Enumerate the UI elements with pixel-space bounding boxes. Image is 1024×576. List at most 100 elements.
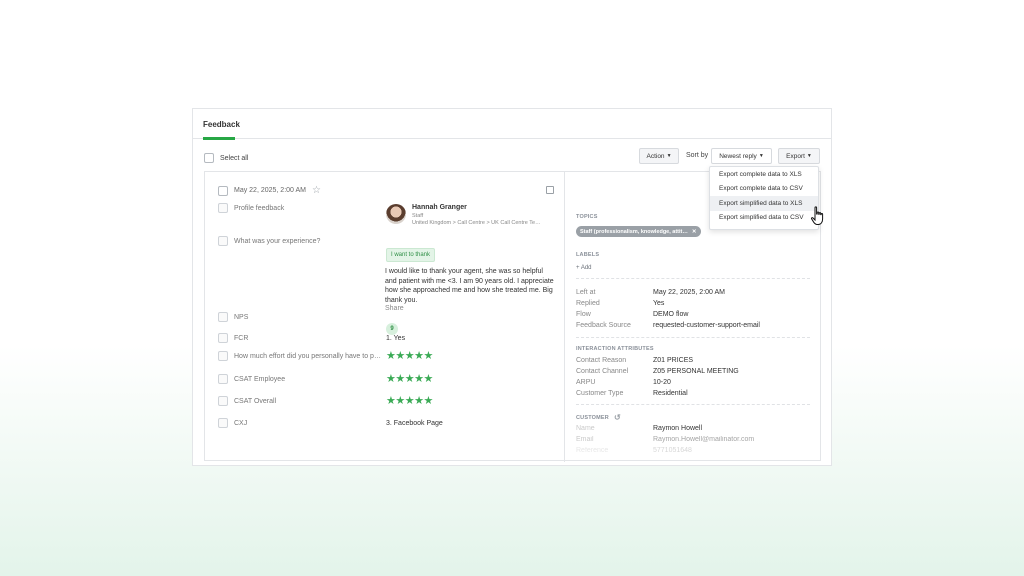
export-menu-item-complete-xls[interactable]: Export complete data to XLS — [710, 167, 818, 182]
close-icon[interactable]: ✕ — [692, 229, 697, 235]
export-menu-item-complete-csv[interactable]: Export complete data to CSV — [710, 182, 818, 197]
source-key: Feedback Source — [576, 322, 631, 329]
feedback-answers: May 22, 2025, 2:00 AM ☆ Profile feedback… — [205, 172, 565, 462]
divider — [576, 278, 810, 279]
divider — [576, 337, 810, 338]
user-block: Hannah Granger Staff United Kingdom > Ca… — [386, 204, 541, 226]
row-profile: Profile feedback — [218, 203, 284, 213]
star-icon: ★ — [386, 395, 396, 407]
row-effort: How much effort did you personally have … — [218, 351, 381, 361]
csat-employee-label: CSAT Employee — [234, 375, 286, 383]
avatar — [386, 204, 406, 224]
customer-title: CUSTOMER — [576, 414, 609, 421]
row-csat-employee: CSAT Employee — [218, 374, 285, 384]
fcr-label: FCR — [234, 334, 249, 342]
customer-section-title: CUSTOMER ↺ — [576, 413, 621, 422]
star-icon: ★ — [404, 395, 415, 407]
effort-stars: ★★★★★ — [386, 349, 433, 362]
star-icon: ★ — [414, 373, 424, 385]
feedback-tag: I want to thank — [386, 248, 436, 262]
rating-icon — [218, 374, 228, 384]
date-row: May 22, 2025, 2:00 AM ☆ — [218, 185, 321, 196]
row-nps: NPS — [218, 312, 248, 322]
history-icon[interactable]: ↺ — [614, 413, 621, 422]
item-checkbox[interactable] — [218, 185, 228, 196]
topic-tag: Staff (professionalism, knowledge, attit… — [576, 226, 701, 237]
chevron-down-icon: ▼ — [666, 153, 672, 159]
tab-feedback[interactable]: Feedback — [203, 120, 240, 140]
csat-overall-stars: ★★★★★ — [386, 394, 433, 407]
star-icon: ★ — [395, 395, 405, 407]
contact-channel-key: Contact Channel — [576, 368, 629, 375]
sort-by-label: Sort by — [686, 152, 709, 159]
customer-type-key: Customer Type — [576, 390, 624, 397]
replied-key: Replied — [576, 300, 600, 307]
select-all-checkbox[interactable] — [204, 153, 214, 163]
customer-type-value: Residential — [653, 390, 688, 397]
star-icon: ★ — [386, 350, 396, 362]
divider — [576, 404, 810, 405]
chevron-down-icon: ▼ — [758, 153, 764, 159]
row-cxj: CXJ — [218, 418, 247, 428]
share-link[interactable]: Share — [385, 305, 404, 312]
name-key: Name — [576, 425, 595, 432]
rating-icon — [218, 351, 228, 361]
topic-tag-label: Staff (professionalism, knowledge, attit… — [580, 228, 688, 235]
csat-overall-label: CSAT Overall — [234, 397, 277, 405]
export-menu-item-simplified-xls[interactable]: Export simplified data to XLS — [710, 196, 818, 211]
export-menu: Export complete data to XLS Export compl… — [709, 166, 819, 230]
star-icon: ★ — [404, 373, 415, 385]
star-icon: ★ — [386, 373, 396, 385]
flow-value: DEMO flow — [653, 311, 689, 318]
star-icon: ★ — [395, 373, 405, 385]
feedback-panel: Feedback Select all Action ▼ Sort by Newe… — [192, 108, 832, 466]
arpu-value: 10-20 — [653, 379, 671, 386]
text-question-icon — [218, 236, 228, 246]
action-button-label: Action — [646, 152, 665, 160]
select-all[interactable]: Select all — [204, 153, 248, 163]
flow-key: Flow — [576, 311, 591, 318]
star-icon: ★ — [395, 350, 405, 362]
sort-select[interactable]: Newest reply ▼ — [711, 148, 772, 164]
row-experience: What was your experience? — [218, 236, 320, 246]
add-label-link[interactable]: + Add — [576, 265, 592, 271]
star-icon: ★ — [404, 350, 415, 362]
select-all-label: Select all — [220, 154, 249, 162]
header-bar: Feedback — [193, 109, 831, 140]
interaction-title: INTERACTION ATTRIBUTES — [576, 346, 654, 352]
profile-label: Profile feedback — [234, 204, 285, 212]
star-icon: ★ — [423, 395, 434, 407]
star-icon: ★ — [414, 350, 424, 362]
star-outline-icon[interactable]: ☆ — [312, 185, 321, 196]
row-fcr: FCR — [218, 333, 248, 343]
email-value: Raymon.Howell@mailinator.com — [653, 436, 755, 443]
calendar-icon[interactable] — [546, 186, 554, 194]
topics-title: TOPICS — [576, 214, 598, 220]
arpu-key: ARPU — [576, 379, 596, 386]
export-menu-item-simplified-csv[interactable]: Export simplified data to CSV — [710, 211, 818, 226]
nps-icon — [218, 312, 228, 322]
rating-icon — [218, 396, 228, 406]
hand-pointer-icon — [810, 206, 824, 225]
email-key: Email — [576, 436, 594, 443]
feedback-date: May 22, 2025, 2:00 AM — [234, 187, 306, 194]
sort-select-value: Newest reply — [719, 152, 757, 160]
choice-icon — [218, 418, 228, 428]
experience-label: What was your experience? — [234, 237, 321, 245]
star-icon: ★ — [423, 350, 434, 362]
export-button[interactable]: Export ▼ — [778, 148, 820, 164]
replied-value: Yes — [653, 300, 665, 307]
fcr-value: 1. Yes — [386, 335, 406, 342]
labels-title: LABELS — [576, 252, 600, 258]
effort-label: How much effort did you personally have … — [234, 352, 381, 360]
nps-value: 9 — [386, 323, 398, 335]
source-value: requested-customer-support-email — [653, 322, 760, 329]
csat-employee-stars: ★★★★★ — [386, 372, 433, 385]
reference-value: 5771051648 — [653, 447, 692, 454]
left-at-value: May 22, 2025, 2:00 AM — [653, 289, 725, 296]
action-button[interactable]: Action ▼ — [639, 148, 679, 164]
contact-reason-key: Contact Reason — [576, 357, 627, 364]
feedback-text: I would like to thank your agent, she wa… — [385, 268, 554, 304]
export-button-label: Export — [786, 152, 805, 160]
nps-label: NPS — [234, 313, 249, 321]
